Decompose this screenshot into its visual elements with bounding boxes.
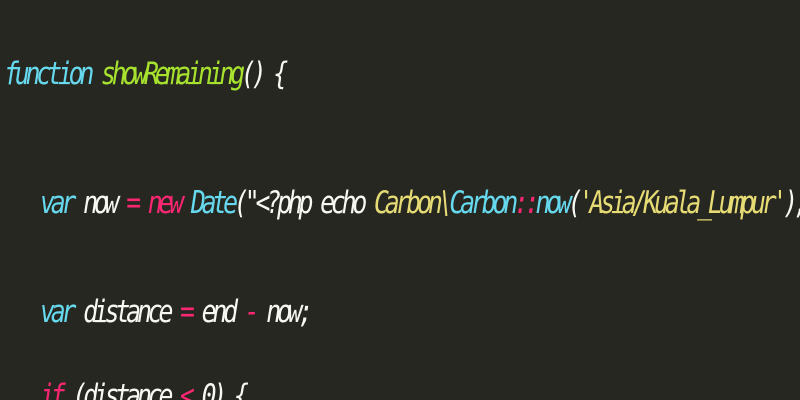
- code-token-op: =: [180, 294, 195, 330]
- code-token-plain: distance: [72, 294, 181, 330]
- code-token-new: new: [147, 185, 185, 221]
- code-token-plain: now;: [255, 294, 313, 330]
- code-token-plain: 0) {: [190, 378, 249, 400]
- code-token-op: =: [126, 185, 141, 221]
- code-token-plain: (distance: [61, 378, 181, 400]
- code-token-plain: (": [233, 185, 260, 221]
- code-token-keyword: function: [4, 56, 94, 92]
- code-line-if-statement[interactable]: if (distance < 0) {: [40, 376, 249, 400]
- code-token-op: ::: [514, 185, 540, 221]
- code-token-storage: var: [40, 294, 77, 330]
- code-token-plain: ); ?>");: [783, 185, 800, 221]
- code-token-class: Carbon: [449, 185, 518, 221]
- code-token-op: if: [40, 378, 66, 400]
- code-editor[interactable]: function showRemaining() { var now = new…: [0, 0, 800, 400]
- code-line-function-declaration[interactable]: function showRemaining() {: [4, 54, 288, 94]
- code-token-plain: (: [567, 185, 583, 221]
- code-token-op: -: [244, 294, 260, 330]
- code-token-plain: end: [190, 294, 245, 330]
- code-line-var-now[interactable]: var now = new Date("<?php echo Carbon\Ca…: [40, 183, 800, 223]
- code-token-string: 'Asia/Kuala_Lumpur': [578, 185, 788, 221]
- code-token-fname: showRemaining: [100, 56, 245, 92]
- code-line-var-distance[interactable]: var distance = end - now;: [40, 292, 313, 332]
- code-token-plain: now: [72, 185, 127, 221]
- code-token-class: Date: [190, 185, 238, 221]
- code-token-plain: () {: [240, 56, 288, 92]
- code-token-string: Carbon\: [373, 185, 454, 221]
- code-token-op: <: [180, 378, 195, 400]
- code-token-php: <?php echo: [255, 185, 374, 221]
- code-token-storage: var: [40, 185, 77, 221]
- code-token-func: now: [535, 185, 573, 221]
